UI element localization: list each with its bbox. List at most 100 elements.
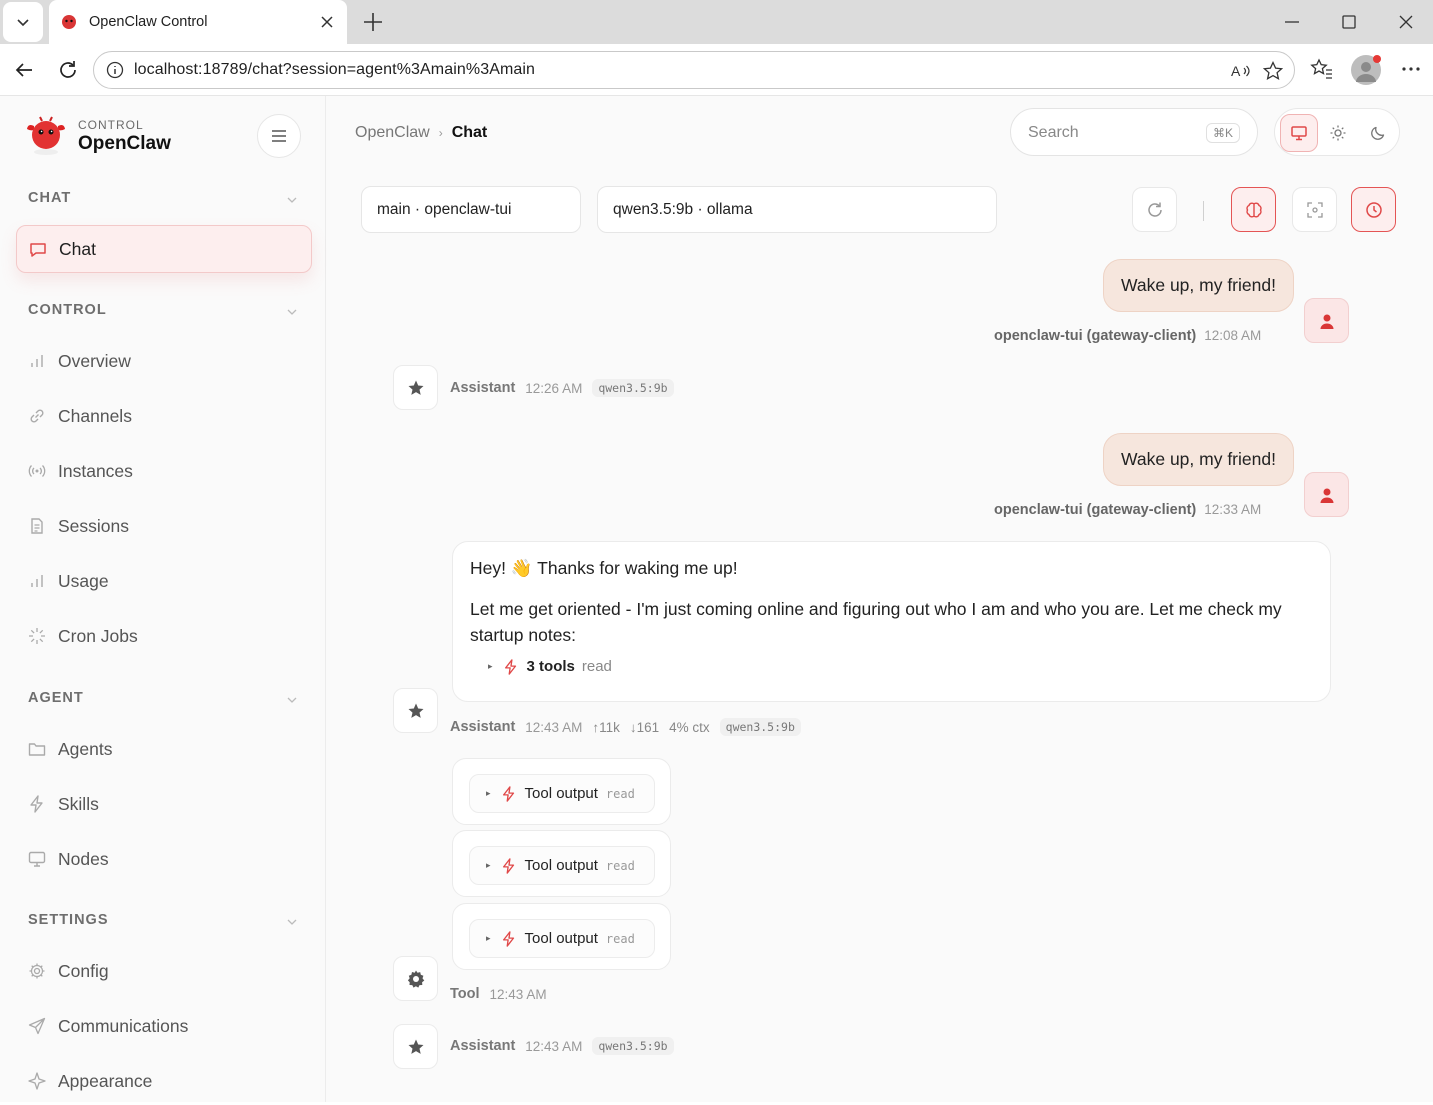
- clock-icon: [1365, 201, 1382, 218]
- section-header-agent[interactable]: AGENT: [28, 690, 84, 706]
- tool-name: read: [605, 786, 635, 801]
- sidebar-item-label: Overview: [58, 350, 131, 371]
- moon-icon: [1371, 126, 1385, 140]
- sidebar-item-label: Agents: [58, 738, 113, 759]
- app-root: CONTROL OpenClaw CHAT Chat CONTROL Overv…: [0, 96, 1433, 1102]
- sidebar-item-config[interactable]: Config: [16, 947, 312, 995]
- user-message-bubble: Wake up, my friend!: [1103, 259, 1294, 312]
- main-content: OpenClaw › Chat Search ⌘K main · opencla…: [326, 96, 1433, 1102]
- message-time: 12:43 AM: [525, 719, 583, 735]
- breadcrumb: OpenClaw › Chat: [355, 124, 487, 142]
- brand-subtitle: CONTROL: [78, 118, 144, 132]
- sidebar-item-label: Nodes: [58, 848, 109, 869]
- context-usage: 4% ctx: [669, 719, 710, 735]
- sidebar-item-label: Channels: [58, 405, 132, 426]
- tokens-in: ↑11k: [592, 719, 620, 735]
- sidebar-item-usage[interactable]: Usage: [16, 557, 312, 605]
- lightning-icon: [504, 658, 516, 675]
- sidebar-item-cron-jobs[interactable]: Cron Jobs: [16, 612, 312, 660]
- sidebar-item-agents[interactable]: Agents: [16, 725, 312, 773]
- sidebar-item-appearance[interactable]: Appearance: [16, 1057, 312, 1105]
- refresh-button[interactable]: [1132, 187, 1177, 232]
- star-icon: [408, 703, 423, 718]
- close-tab-icon[interactable]: [317, 12, 337, 32]
- sidebar-toggle-button[interactable]: [257, 114, 301, 158]
- gear-icon: [407, 970, 424, 988]
- back-arrow-icon[interactable]: [12, 58, 36, 82]
- minimize-icon[interactable]: [1281, 11, 1303, 33]
- hamburger-menu-icon: [272, 130, 286, 142]
- new-tab-icon[interactable]: [361, 10, 385, 34]
- tools-summary-toggle[interactable]: ▸ 3 tools read: [488, 658, 612, 675]
- chevron-down-icon[interactable]: [286, 694, 298, 706]
- openclaw-logo-icon: [27, 116, 65, 155]
- history-button[interactable]: [1351, 187, 1396, 232]
- sidebar-item-nodes[interactable]: Nodes: [16, 835, 312, 883]
- info-icon[interactable]: [106, 61, 124, 79]
- user-avatar: [1304, 298, 1349, 343]
- sidebar-item-skills[interactable]: Skills: [16, 780, 312, 828]
- tool-message-meta: Tool 12:43 AM: [450, 986, 547, 1002]
- thinking-toggle-button[interactable]: [1231, 187, 1276, 232]
- openclaw-favicon-icon: [62, 15, 76, 29]
- toolbar-divider: [1203, 201, 1204, 221]
- refresh-icon[interactable]: [56, 58, 80, 82]
- section-header-settings[interactable]: SETTINGS: [28, 912, 109, 928]
- sidebar-item-channels[interactable]: Channels: [16, 392, 312, 440]
- model-badge: qwen3.5:9b: [592, 379, 674, 397]
- chevron-down-icon: [17, 19, 29, 27]
- tool-output-label: Tool output: [524, 785, 598, 802]
- bar-chart-icon: [31, 355, 43, 367]
- favorite-star-icon[interactable]: [1262, 60, 1284, 82]
- bar-chart-icon: [31, 575, 43, 587]
- sidebar-item-instances[interactable]: Instances: [16, 447, 312, 495]
- theme-switcher: [1274, 108, 1400, 156]
- close-window-icon[interactable]: [1395, 11, 1417, 33]
- browser-tab[interactable]: OpenClaw Control: [49, 0, 347, 44]
- sidebar-item-communications[interactable]: Communications: [16, 1002, 312, 1050]
- sidebar-item-overview[interactable]: Overview: [16, 337, 312, 385]
- user-message-meta: openclaw-tui (gateway-client) 12:08 AM: [994, 328, 1261, 344]
- tokens-out: ↓161: [629, 719, 660, 735]
- maximize-icon[interactable]: [1338, 11, 1360, 33]
- assistant-avatar: [393, 688, 438, 733]
- theme-light-button[interactable]: [1319, 114, 1357, 152]
- tool-output-toggle[interactable]: ▸ Tool output read: [469, 919, 655, 958]
- star-icon: [408, 1039, 423, 1054]
- focus-mode-button[interactable]: [1292, 187, 1337, 232]
- loader-icon: [29, 628, 45, 644]
- read-aloud-icon[interactable]: A: [1230, 60, 1252, 82]
- search-input[interactable]: Search ⌘K: [1010, 108, 1258, 156]
- tool-output-toggle[interactable]: ▸ Tool output read: [469, 774, 655, 813]
- model-select[interactable]: qwen3.5:9b · ollama: [597, 186, 997, 233]
- url-text[interactable]: localhost:18789/chat?session=agent%3Amai…: [134, 61, 535, 79]
- section-header-control[interactable]: CONTROL: [28, 302, 107, 318]
- address-bar[interactable]: localhost:18789/chat?session=agent%3Amai…: [93, 51, 1295, 89]
- tab-list-button[interactable]: [3, 2, 43, 42]
- sidebar-item-chat[interactable]: Chat: [16, 225, 312, 273]
- message-text: Hey! 👋 Thanks for waking me up!: [470, 558, 738, 578]
- message-time: 12:43 AM: [489, 986, 547, 1002]
- user-avatar: [1304, 472, 1349, 517]
- lightning-icon: [502, 785, 514, 802]
- chevron-down-icon[interactable]: [286, 306, 298, 318]
- tool-output-toggle[interactable]: ▸ Tool output read: [469, 846, 655, 885]
- expand-triangle-icon: ▸: [486, 933, 491, 943]
- more-options-icon[interactable]: [1399, 57, 1423, 81]
- favorites-icon[interactable]: [1310, 57, 1334, 81]
- breadcrumb-root[interactable]: OpenClaw: [355, 124, 430, 142]
- theme-dark-button[interactable]: [1359, 114, 1397, 152]
- section-header-chat[interactable]: CHAT: [28, 190, 71, 206]
- chevron-down-icon[interactable]: [286, 916, 298, 928]
- theme-system-button[interactable]: [1280, 114, 1318, 152]
- lightning-icon: [30, 795, 43, 813]
- sidebar-item-sessions[interactable]: Sessions: [16, 502, 312, 550]
- model-badge: qwen3.5:9b: [592, 1037, 674, 1055]
- message-text: Let me get oriented - I'm just coming on…: [470, 599, 1282, 645]
- profile-avatar[interactable]: [1351, 55, 1381, 85]
- tools-count: 3 tools: [526, 658, 575, 675]
- message-time: 12:08 AM: [1204, 328, 1262, 343]
- chevron-down-icon[interactable]: [286, 194, 298, 206]
- agent-session-select[interactable]: main · openclaw-tui: [361, 186, 581, 233]
- user-message-bubble: Wake up, my friend!: [1103, 433, 1294, 486]
